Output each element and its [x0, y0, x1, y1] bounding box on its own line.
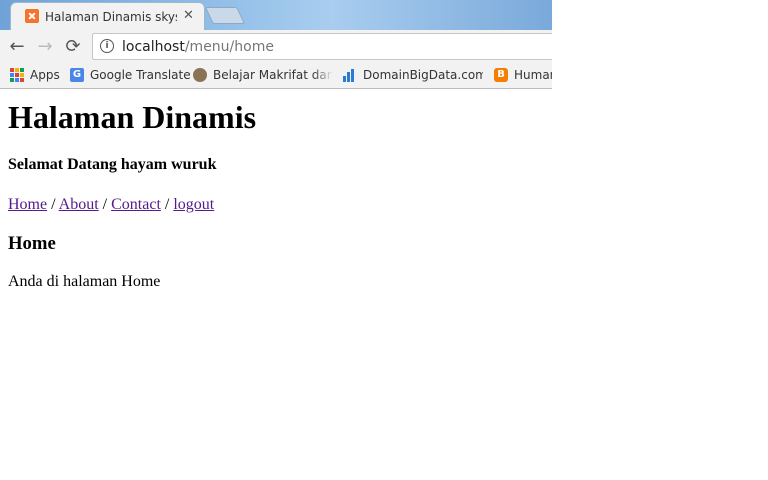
forward-arrow-icon[interactable]: → [35, 37, 55, 57]
url-text[interactable]: localhost/menu/home [122, 39, 274, 55]
apps-grid-icon [10, 68, 24, 82]
url-path: /menu/home [184, 39, 274, 55]
page-title: Halaman Dinamis [8, 99, 257, 135]
nav-link-contact[interactable]: Contact [111, 196, 161, 213]
bookmark-google-translate[interactable]: G Google Translate [70, 67, 191, 85]
url-host: localhost [122, 39, 185, 55]
close-icon[interactable]: ✕ [183, 8, 194, 24]
info-icon[interactable]: i [100, 39, 114, 53]
reload-icon[interactable]: ⟳ [63, 37, 83, 57]
browser-chrome: Halaman Dinamis skyshi ✕ ← → ⟳ i localho… [0, 0, 552, 89]
nav-separator: / [98, 196, 112, 213]
tab-strip: Halaman Dinamis skyshi ✕ [0, 0, 552, 30]
new-tab-button[interactable] [205, 7, 245, 24]
bar-chart-icon [343, 68, 357, 82]
address-bar[interactable]: i localhost/menu/home [92, 33, 552, 60]
tab-active[interactable]: Halaman Dinamis skyshi ✕ [10, 2, 205, 30]
bookmark-label: Apps [30, 68, 60, 82]
xampp-icon [25, 9, 39, 23]
bookmark-belajar-makrifat[interactable]: Belajar Makrifat dari J [193, 67, 333, 85]
welcome-message: Selamat Datang hayam wuruk [8, 156, 217, 173]
nav-separator: / [160, 196, 174, 213]
nav-link-about[interactable]: About [59, 196, 99, 213]
bookmark-label: Google Translate [90, 68, 191, 82]
bookmark-label: Human [514, 68, 552, 82]
avatar-icon [193, 68, 207, 82]
bookmark-domainbigdata[interactable]: DomainBigData.com - [343, 67, 483, 85]
nav-link-home[interactable]: Home [8, 196, 47, 213]
fade-overlay [313, 67, 333, 83]
nav-separator: / [47, 196, 59, 213]
bookmarks-bar: Apps G Google Translate Belajar Makrifat… [0, 63, 552, 89]
back-arrow-icon[interactable]: ← [7, 37, 27, 57]
bookmark-human[interactable]: B Human [494, 67, 552, 85]
blogger-icon: B [494, 68, 508, 82]
bookmark-apps[interactable]: Apps [10, 67, 65, 85]
section-title: Home [8, 233, 56, 254]
tab-title: Halaman Dinamis skyshi [45, 10, 177, 24]
nav-menu: Home / About / Contact / logout [8, 196, 214, 214]
section-content: Anda di halaman Home [8, 273, 161, 290]
toolbar: ← → ⟳ i localhost/menu/home [0, 30, 552, 63]
google-translate-icon: G [70, 68, 84, 82]
nav-link-logout[interactable]: logout [173, 196, 214, 213]
bookmark-label: DomainBigData.com - [363, 68, 483, 82]
